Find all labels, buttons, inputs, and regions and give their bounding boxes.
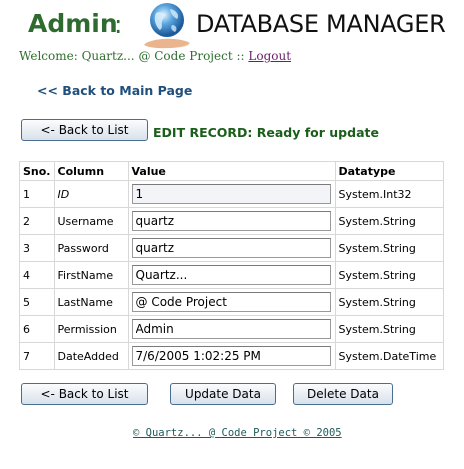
back-to-list-button[interactable]: <- Back to List bbox=[21, 383, 148, 405]
table-row: 1 ID System.Int32 bbox=[19, 180, 444, 208]
row-datatype: System.String bbox=[334, 234, 444, 262]
row-column-name: LastName bbox=[53, 288, 129, 316]
row-sno: 6 bbox=[19, 315, 55, 343]
edit-status-text: EDIT RECORD: Ready for update bbox=[153, 125, 379, 140]
firstname-field[interactable] bbox=[131, 265, 331, 285]
welcome-text: Welcome: Quartz... @ Code Project :: bbox=[19, 49, 249, 63]
permission-field[interactable] bbox=[131, 319, 331, 339]
row-datatype: System.DateTime bbox=[334, 342, 444, 370]
record-table: Sno. Column Value Datatype 1 ID System.I… bbox=[19, 161, 444, 370]
row-sno: 2 bbox=[19, 207, 55, 235]
row-value-cell bbox=[127, 261, 336, 289]
admin-colon: : bbox=[114, 10, 123, 39]
table-row: 4 FirstName System.String bbox=[19, 261, 444, 289]
row-datatype: System.Int32 bbox=[334, 180, 444, 208]
update-data-button[interactable]: Update Data bbox=[170, 383, 276, 405]
row-value-cell bbox=[127, 288, 336, 316]
header-datatype: Datatype bbox=[334, 161, 444, 181]
row-sno: 3 bbox=[19, 234, 55, 262]
back-to-list-button-top[interactable]: <- Back to List bbox=[21, 119, 148, 141]
admin-heading: Admin bbox=[28, 9, 118, 38]
delete-data-button[interactable]: Delete Data bbox=[293, 383, 393, 405]
table-header-row: Sno. Column Value Datatype bbox=[19, 161, 444, 181]
row-value-cell bbox=[127, 180, 336, 208]
page-title: DATABASE MANAGER bbox=[196, 10, 446, 38]
footer-copyright-link[interactable]: © Quartz... @ Code Project © 2005 bbox=[133, 427, 342, 439]
row-column-name: DateAdded bbox=[53, 342, 129, 370]
table-row: 7 DateAdded System.DateTime bbox=[19, 342, 444, 370]
row-sno: 4 bbox=[19, 261, 55, 289]
table-row: 6 Permission System.String bbox=[19, 315, 444, 343]
password-field[interactable] bbox=[131, 238, 331, 258]
header-column: Column bbox=[53, 161, 129, 181]
back-to-main-link[interactable]: << Back to Main Page bbox=[37, 83, 192, 98]
welcome-bar: Welcome: Quartz... @ Code Project :: Log… bbox=[19, 49, 291, 63]
id-value-field[interactable] bbox=[131, 184, 331, 204]
dateadded-field[interactable] bbox=[131, 346, 331, 366]
row-sno: 5 bbox=[19, 288, 55, 316]
username-field[interactable] bbox=[131, 211, 331, 231]
logout-link[interactable]: Logout bbox=[248, 49, 291, 63]
row-column-name: Permission bbox=[53, 315, 129, 343]
page-header: Admin : DATABASE MANAGER bbox=[0, 0, 464, 49]
row-datatype: System.String bbox=[334, 288, 444, 316]
header-value: Value bbox=[127, 161, 336, 181]
row-datatype: System.String bbox=[334, 315, 444, 343]
table-row: 2 Username System.String bbox=[19, 207, 444, 235]
row-column-name: FirstName bbox=[53, 261, 129, 289]
table-row: 5 LastName System.String bbox=[19, 288, 444, 316]
header-sno: Sno. bbox=[19, 161, 55, 181]
row-value-cell bbox=[127, 342, 336, 370]
row-value-cell bbox=[127, 234, 336, 262]
table-row: 3 Password System.String bbox=[19, 234, 444, 262]
lastname-field[interactable] bbox=[131, 292, 331, 312]
row-sno: 1 bbox=[19, 180, 55, 208]
row-column-name: Password bbox=[53, 234, 129, 262]
globe-in-hand-icon bbox=[144, 3, 190, 49]
row-value-cell bbox=[127, 207, 336, 235]
row-sno: 7 bbox=[19, 342, 55, 370]
row-datatype: System.String bbox=[334, 207, 444, 235]
row-column-name: ID bbox=[53, 180, 129, 208]
row-value-cell bbox=[127, 315, 336, 343]
row-datatype: System.String bbox=[334, 261, 444, 289]
row-column-name: Username bbox=[53, 207, 129, 235]
